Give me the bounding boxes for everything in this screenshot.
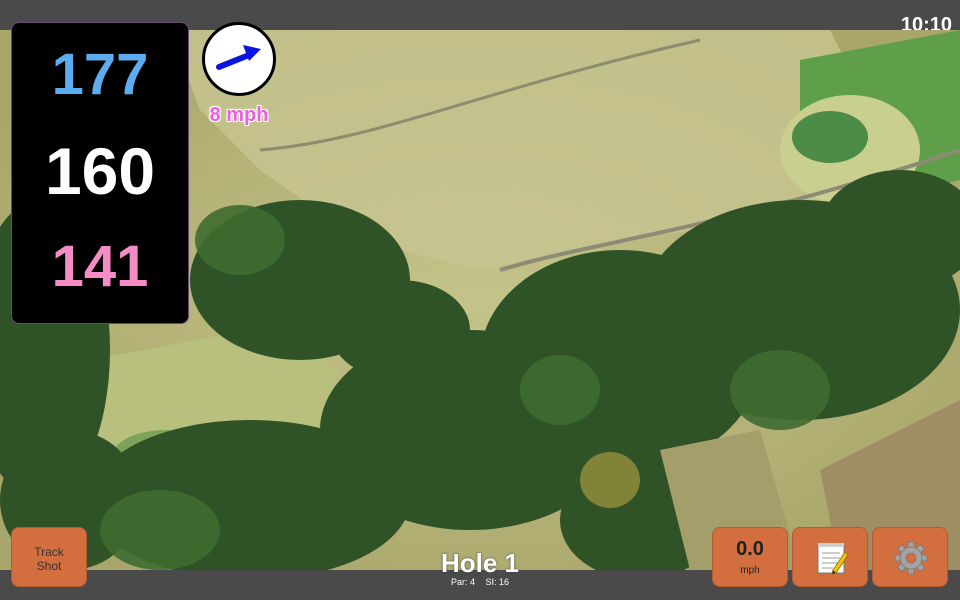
speed-value: 0.0 [736, 538, 764, 560]
track-shot-button[interactable]: Track Shot [11, 527, 87, 587]
wind-indicator [202, 22, 276, 96]
speed-button[interactable]: 0.0 mph [712, 527, 788, 587]
track-shot-label-line2: Shot [36, 559, 62, 573]
front-distance: 141 [51, 234, 149, 299]
notepad-icon [817, 543, 849, 575]
hole-info: Par: 4 SI: 16 [380, 577, 580, 587]
back-distance: 177 [51, 42, 149, 107]
hole-si: SI: 16 [485, 577, 510, 587]
arrow-icon [216, 45, 261, 70]
gear-icon [894, 541, 928, 575]
middle-distance: 160 [44, 134, 156, 208]
hole-title: Hole 1 [440, 548, 520, 578]
wind-speed: 8 mph [209, 104, 269, 126]
hole-par: Par: 4 [450, 577, 475, 587]
notes-button[interactable] [792, 527, 868, 587]
speed-unit: mph [740, 565, 760, 576]
distance-panel: 177 160 141 [11, 22, 189, 324]
settings-button[interactable] [872, 527, 948, 587]
track-shot-label-line1: Track [34, 545, 64, 559]
